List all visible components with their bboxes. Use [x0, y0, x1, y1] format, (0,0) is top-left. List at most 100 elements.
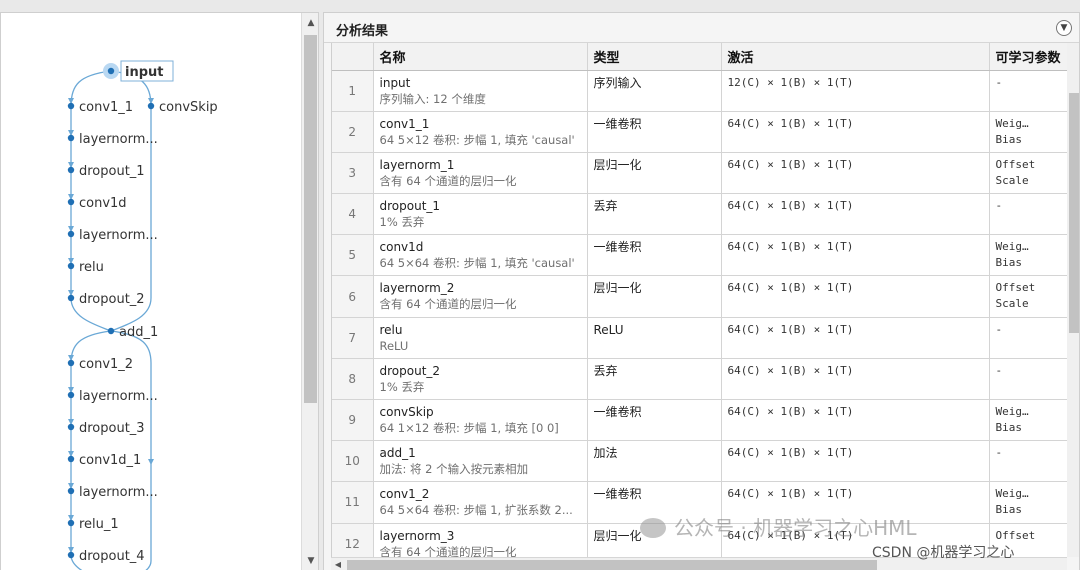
layer-name-cell: layernorm_1 含有 64 个通道的层归一化: [373, 152, 588, 195]
activation-size: 64(C) × 1(B) × 1(T): [727, 487, 854, 501]
graph-node-layernorm_3[interactable]: layernorm...: [67, 389, 158, 404]
table-row[interactable]: 9 convSkip 64 1×12 卷积: 步幅 1, 填充 [0 0] 一维卷积 6…: [332, 399, 1079, 442]
layers-table-container: 名称 类型 激活 可学习参数 1 input 序列输入: 12 个维度 序列输入 12(…: [331, 43, 1079, 557]
layer-description: 含有 64 个通道的层归一化: [379, 297, 517, 312]
activation-cell: 12(C) × 1(B) × 1(T): [721, 70, 990, 112]
column-header-name[interactable]: 名称: [373, 43, 588, 71]
layer-type: ReLU: [593, 322, 624, 337]
row-index: 8: [332, 358, 374, 401]
table-vscroll-thumb[interactable]: [1069, 93, 1079, 333]
layer-description: 64 5×64 卷积: 步幅 1, 扩张系数 2...: [379, 503, 573, 518]
layer-type: 加法: [593, 446, 618, 461]
graph-node-layernorm_1[interactable]: layernorm...: [67, 132, 158, 147]
layer-description: 含有 64 个通道的层归一化: [379, 173, 517, 188]
table-row[interactable]: 6 layernorm_2 含有 64 个通道的层归一化 层归一化 64(C) × 1(…: [332, 275, 1079, 318]
column-header-type[interactable]: 类型: [587, 43, 722, 71]
wechat-logo-icon: [640, 518, 666, 538]
layer-type-cell: 加法: [587, 440, 722, 483]
row-index: 9: [332, 399, 374, 442]
table-row[interactable]: 10 add_1 加法: 将 2 个输入按元素相加 加法 64(C) × 1(B) × …: [332, 440, 1079, 483]
node-dot: [67, 230, 75, 238]
node-label: input: [125, 65, 164, 80]
graph-node-conv1d[interactable]: conv1d: [67, 196, 127, 211]
row-index: 2: [332, 111, 374, 153]
layer-name: add_1: [379, 446, 416, 461]
layer-name: layernorm_3: [379, 528, 455, 543]
node-dot: [67, 423, 75, 431]
row-index: 4: [332, 193, 374, 236]
chevron-down-circle-icon[interactable]: ▼: [1056, 20, 1072, 36]
graph-node-relu_1[interactable]: relu_1: [67, 517, 119, 532]
graph-node-dropout_4[interactable]: dropout_4: [67, 549, 145, 564]
layer-type-cell: 层归一化: [587, 275, 722, 318]
network-graph[interactable]: input conv1_1 convSkip layernorm... dropout_…: [1, 13, 301, 570]
row-index: 6: [332, 275, 374, 318]
graph-node-dropout_3[interactable]: dropout_3: [67, 421, 145, 436]
table-vertical-scrollbar[interactable]: [1067, 43, 1079, 557]
layer-name: conv1d: [379, 240, 424, 255]
layer-name-cell: dropout_1 1% 丢弃: [373, 193, 588, 236]
graph-node-convSkip[interactable]: convSkip: [147, 100, 218, 115]
activation-size: 64(C) × 1(B) × 1(T): [727, 405, 854, 418]
watermark: 公众号 · 机器学习之心HML: [640, 512, 917, 541]
node-label: dropout_2: [79, 292, 145, 307]
node-dot: [67, 391, 75, 399]
graph-vertical-scrollbar[interactable]: ▲ ▼: [301, 13, 318, 570]
layer-type: 一维卷积: [593, 405, 642, 419]
node-dot: [67, 102, 75, 110]
graph-node-conv1_1[interactable]: conv1_1: [67, 100, 133, 115]
layer-description: 序列输入: 12 个维度: [379, 91, 486, 106]
node-label: layernorm...: [79, 228, 158, 243]
scroll-left-arrow-icon[interactable]: ◀: [331, 558, 345, 570]
table-row[interactable]: 2 conv1_1 64 5×12 卷积: 步幅 1, 填充 'causal' 一维卷…: [332, 111, 1079, 153]
layer-type-cell: 一维卷积: [587, 111, 722, 153]
scroll-up-arrow-icon[interactable]: ▲: [302, 15, 318, 31]
graph-node-conv1_2[interactable]: conv1_2: [67, 357, 133, 372]
layer-name-cell: layernorm_3 含有 64 个通道的层归一化: [373, 523, 588, 557]
layer-type-cell: 一维卷积: [587, 234, 722, 277]
table-row[interactable]: 1 input 序列输入: 12 个维度 序列输入 12(C) × 1(B) × 1(T…: [332, 70, 1079, 112]
row-index: 12: [332, 523, 374, 557]
graph-node-layernorm_4[interactable]: layernorm...: [67, 485, 158, 500]
table-row[interactable]: 8 dropout_2 1% 丢弃 丢弃 64(C) × 1(B) × 1(T) -: [332, 358, 1079, 401]
activation-size: 64(C) × 1(B) × 1(T): [727, 363, 854, 377]
panel-header: 分析结果 ▼: [324, 13, 1079, 43]
table-hscroll-thumb[interactable]: [347, 560, 877, 570]
activation-cell: 64(C) × 1(B) × 1(T): [721, 317, 990, 359]
graph-node-add_1[interactable]: add_1: [107, 325, 158, 340]
node-label: add_1: [119, 325, 158, 340]
layer-type-cell: 层归一化: [587, 152, 722, 195]
layer-name: conv1_2: [379, 487, 430, 502]
node-label: conv1_1: [79, 100, 133, 115]
node-dot: [67, 519, 75, 527]
graph-node-layernorm_2[interactable]: layernorm...: [67, 228, 158, 243]
column-header-index[interactable]: [332, 43, 374, 71]
column-header-activation[interactable]: 激活: [721, 43, 990, 71]
activation-size: 12(C) × 1(B) × 1(T): [727, 75, 854, 89]
activation-size: 64(C) × 1(B) × 1(T): [727, 281, 854, 295]
layer-name: relu: [379, 322, 403, 337]
layer-type: 一维卷积: [593, 116, 642, 131]
node-dot: [67, 262, 75, 270]
table-row[interactable]: 3 layernorm_1 含有 64 个通道的层归一化 层归一化 64(C) × 1(…: [332, 152, 1079, 195]
activation-size: 64(C) × 1(B) × 1(T): [727, 116, 854, 130]
table-row[interactable]: 5 conv1d 64 5×64 卷积: 步幅 1, 填充 'causal' 一维卷积…: [332, 234, 1079, 277]
graph-node-conv1d_1[interactable]: conv1d_1: [67, 453, 142, 468]
graph-node-dropout_2[interactable]: dropout_2: [67, 292, 145, 307]
graph-node-input[interactable]: input: [103, 60, 174, 82]
activation-cell: 64(C) × 1(B) × 1(T): [721, 234, 990, 277]
activation-size: 64(C) × 1(B) × 1(T): [727, 446, 854, 460]
table-row[interactable]: 7 relu ReLU ReLU 64(C) × 1(B) × 1(T) -: [332, 317, 1079, 359]
graph-scroll-thumb[interactable]: [304, 35, 317, 403]
node-label: dropout_3: [79, 421, 145, 436]
graph-node-dropout_1[interactable]: dropout_1: [67, 164, 145, 179]
node-label: relu: [79, 260, 104, 275]
layer-type-cell: 一维卷积: [587, 399, 722, 442]
node-dot: [67, 487, 75, 495]
layer-name-cell: dropout_2 1% 丢弃: [373, 358, 588, 401]
graph-node-relu[interactable]: relu: [67, 260, 104, 275]
layer-type-cell: 序列输入: [587, 70, 722, 112]
layer-name-cell: input 序列输入: 12 个维度: [373, 70, 588, 112]
scroll-down-arrow-icon[interactable]: ▼: [302, 553, 318, 569]
table-row[interactable]: 4 dropout_1 1% 丢弃 丢弃 64(C) × 1(B) × 1(T) -: [332, 193, 1079, 236]
